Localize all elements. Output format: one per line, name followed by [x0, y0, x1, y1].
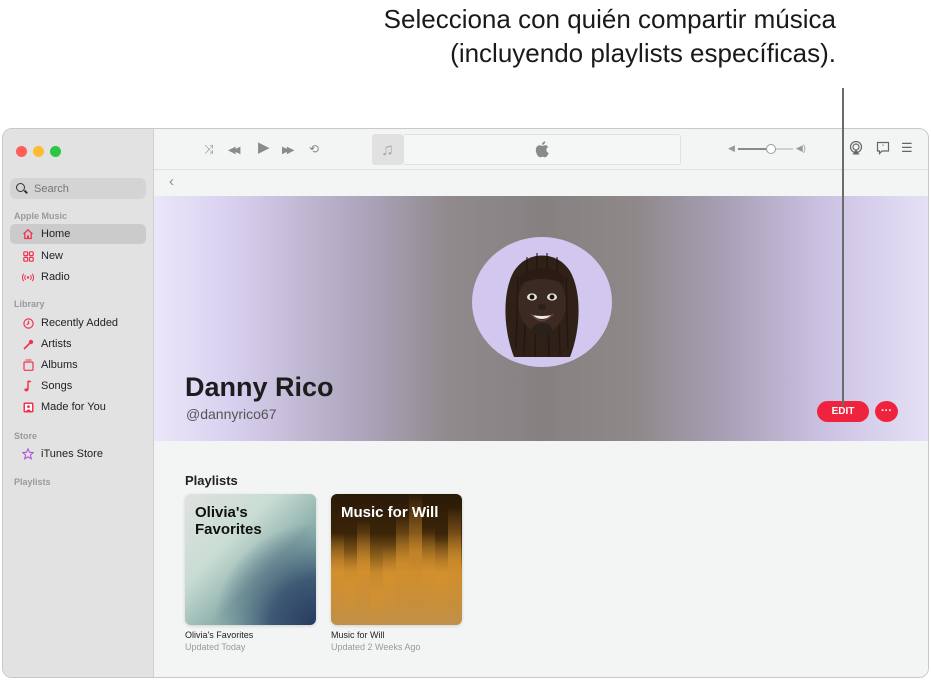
artwork-decoration — [331, 533, 344, 625]
svg-text:": " — [882, 145, 884, 151]
sidebar-item-made-for-you[interactable]: Made for You — [10, 397, 146, 417]
profile-name: Danny Rico — [185, 372, 334, 402]
lyrics-icon: " — [876, 141, 890, 155]
artwork-decoration — [422, 526, 435, 625]
volume-low-icon: ◀ — [728, 143, 735, 153]
profile-handle: @dannyrico67 — [186, 406, 277, 422]
now-playing-artwork: ♫ — [372, 134, 403, 165]
playlists-section: Playlists Olivia's Favorites Olivia's Fa… — [154, 441, 928, 677]
playlist-title[interactable]: Music for Will — [331, 630, 462, 640]
playlist-artwork-title: Olivia's Favorites — [195, 504, 262, 538]
album-icon — [22, 359, 34, 371]
sidebar-item-recently-added[interactable]: Recently Added — [10, 313, 146, 333]
sidebar-item-label: Artists — [41, 338, 72, 350]
sidebar: Apple Music Home New Radio Library Recen… — [3, 129, 154, 677]
close-window-button[interactable] — [16, 146, 27, 157]
star-icon — [22, 448, 34, 460]
playlist-updated: Updated Today — [185, 642, 246, 652]
window-controls — [16, 146, 61, 157]
volume-slider[interactable] — [737, 143, 793, 154]
music-note-icon — [22, 380, 34, 392]
sidebar-item-albums[interactable]: Albums — [10, 355, 146, 375]
playlist-artwork[interactable]: Olivia's Favorites — [185, 494, 316, 625]
search-input[interactable] — [34, 182, 134, 195]
playlist-title[interactable]: Olivia's Favorites — [185, 630, 316, 640]
sidebar-item-label: Songs — [41, 380, 73, 392]
sidebar-item-new[interactable]: New — [10, 246, 146, 266]
search-icon — [16, 182, 28, 195]
sidebar-item-songs[interactable]: Songs — [10, 376, 146, 396]
sidebar-item-itunes-store[interactable]: iTunes Store — [10, 444, 146, 464]
volume-high-icon: ◀) — [795, 143, 806, 153]
artwork-decoration — [370, 572, 383, 625]
sidebar-item-radio[interactable]: Radio — [10, 267, 146, 287]
airplay-button[interactable] — [849, 140, 863, 159]
profile-header: Danny Rico @dannyrico67 EDIT ··· — [154, 196, 928, 441]
artwork-decoration — [448, 507, 461, 625]
profile-avatar[interactable] — [472, 237, 612, 367]
sidebar-item-label: Home — [41, 228, 71, 240]
sidebar-item-label: Recently Added — [41, 317, 119, 329]
next-button[interactable]: ▶▶ — [282, 143, 295, 159]
sidebar-item-artists[interactable]: Artists — [10, 334, 146, 354]
queue-button[interactable]: ☰ — [901, 140, 913, 156]
artwork-decoration — [435, 539, 448, 625]
playback-toolbar: ⤨ ◀◀ ▶ ▶▶ ⟲ ♫ ◀ ◀) " ☰ — [154, 129, 928, 170]
airplay-icon — [849, 140, 863, 155]
artwork-decoration — [344, 552, 357, 625]
home-icon — [22, 228, 34, 240]
callout-annotation: Selecciona con quién compartir música (i… — [383, 4, 836, 68]
previous-button[interactable]: ◀◀ — [228, 143, 241, 159]
sidebar-item-home[interactable]: Home — [10, 224, 146, 244]
section-header-library: Library — [14, 299, 45, 309]
minimize-window-button[interactable] — [33, 146, 44, 157]
music-note-icon: ♫ — [381, 139, 394, 159]
playlist-artwork-title: Music for Will — [341, 504, 439, 521]
search-field[interactable] — [10, 178, 146, 199]
clock-icon — [22, 317, 34, 329]
microphone-icon — [22, 338, 34, 350]
artwork-decoration — [357, 520, 370, 625]
artwork-decoration — [383, 546, 396, 625]
sidebar-item-label: Albums — [41, 359, 78, 371]
section-header-store: Store — [14, 431, 38, 441]
sidebar-item-label: iTunes Store — [41, 448, 103, 460]
volume-control: ◀ ◀) — [728, 143, 806, 154]
more-options-button[interactable]: ··· — [875, 401, 898, 422]
playlist-updated: Updated 2 Weeks Ago — [331, 642, 421, 652]
playlist-card[interactable]: Olivia's Favorites Olivia's Favorites Up… — [185, 494, 316, 652]
apple-logo-icon — [535, 141, 549, 158]
music-app-window: Apple Music Home New Radio Library Recen… — [2, 128, 929, 678]
now-playing-display[interactable] — [403, 134, 681, 165]
sidebar-item-label: Made for You — [41, 401, 106, 413]
zoom-window-button[interactable] — [50, 146, 61, 157]
person-square-icon — [22, 401, 34, 413]
section-header-apple-music: Apple Music — [14, 211, 68, 221]
playlists-heading: Playlists — [185, 473, 238, 488]
back-button[interactable]: ‹ — [169, 173, 174, 190]
volume-slider-knob[interactable] — [765, 143, 776, 154]
sidebar-item-label: New — [41, 250, 64, 262]
sidebar-item-label: Radio — [41, 271, 70, 283]
navigation-bar: ‹ — [154, 170, 928, 196]
memoji-avatar — [505, 252, 579, 358]
lyrics-button[interactable]: " — [876, 141, 890, 159]
shuffle-button[interactable]: ⤨ — [204, 141, 214, 157]
grid-icon — [22, 250, 34, 262]
playlist-artwork[interactable]: Music for Will — [331, 494, 462, 625]
artwork-decoration — [396, 513, 409, 625]
playlist-card[interactable]: Music for Will Music for Will Updated 2 … — [331, 494, 462, 652]
section-header-playlists: Playlists — [14, 477, 51, 487]
callout-leader-line — [842, 88, 844, 406]
play-button[interactable]: ▶ — [258, 140, 270, 156]
radio-icon — [22, 271, 34, 283]
repeat-button[interactable]: ⟲ — [309, 141, 319, 157]
